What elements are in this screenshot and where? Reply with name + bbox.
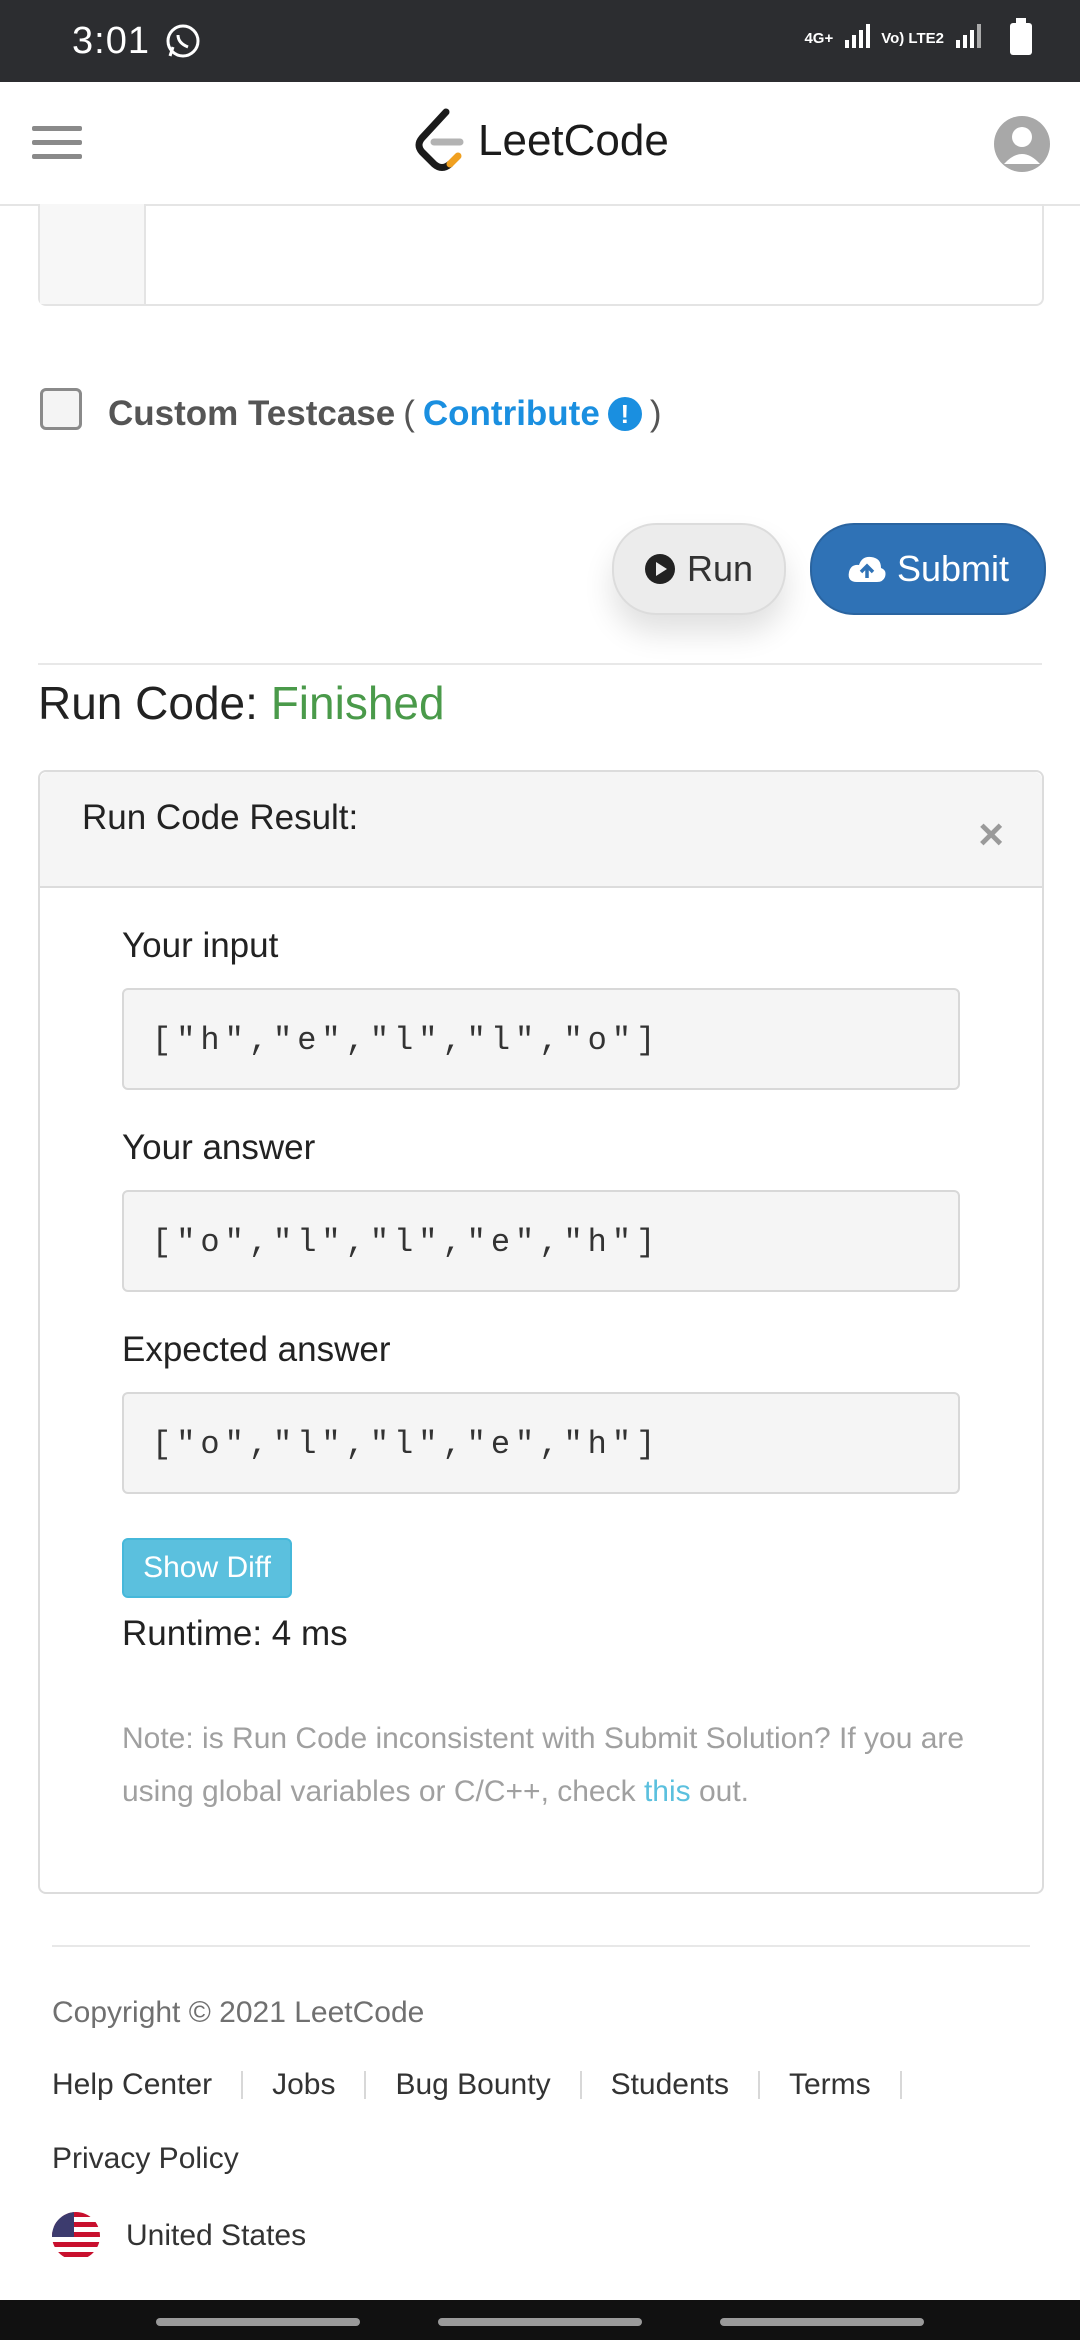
run-code-finished: Finished	[270, 677, 445, 729]
your-input-box: ["h","e","l","l","o"]	[122, 988, 960, 1090]
note-after: out.	[690, 1775, 750, 1808]
show-diff-button[interactable]: Show Diff	[122, 1538, 292, 1598]
footer-divider	[52, 1945, 1030, 1947]
divider	[38, 663, 1042, 665]
custom-testcase-row: Custom Testcase ( Contribute ! )	[40, 388, 669, 434]
close-paren: )	[649, 394, 662, 433]
leetcode-logo-icon	[415, 108, 464, 171]
link-separator	[579, 2071, 582, 2099]
copyright-text: Copyright © 2021 LeetCode	[52, 1996, 425, 2029]
link-separator	[364, 2071, 367, 2099]
note-this-link[interactable]: this	[644, 1775, 691, 1808]
run-code-result-panel: Run Code Result: × Your input ["h","e","…	[38, 770, 1044, 1894]
footer-link-help-center[interactable]: Help Center	[52, 2068, 212, 2102]
custom-testcase-checkbox[interactable]	[40, 388, 82, 430]
note-before: Note: is Run Code inconsistent with Subm…	[122, 1722, 965, 1808]
link-separator	[241, 2071, 244, 2099]
submit-button[interactable]: Submit	[810, 523, 1046, 615]
panel-title: Run Code Result:	[82, 798, 359, 837]
menu-icon[interactable]	[32, 126, 82, 168]
your-answer-box: ["o","l","l","e","h"]	[122, 1190, 960, 1292]
nav-back-button[interactable]	[720, 2318, 924, 2326]
code-editor[interactable]	[38, 204, 1044, 306]
user-avatar-icon[interactable]	[994, 116, 1050, 172]
play-icon	[644, 554, 675, 584]
run-button[interactable]: Run	[612, 523, 786, 615]
run-label: Run	[686, 548, 754, 589]
your-answer-label: Your answer	[122, 1128, 316, 1167]
network-type: 4G+	[804, 29, 834, 47]
footer-links: Help Center Jobs Bug Bounty Students Ter…	[52, 2068, 931, 2102]
status-bar: 3:01 4G+ Vo) LTE2	[0, 0, 1080, 82]
footer-link-students[interactable]: Students	[611, 2068, 729, 2102]
footer-link-terms[interactable]: Terms	[789, 2068, 871, 2102]
link-separator	[758, 2071, 760, 2099]
signal-icon-2	[954, 22, 982, 55]
status-indicators: 4G+ Vo) LTE2	[804, 17, 1032, 55]
us-flag-icon	[52, 2212, 100, 2260]
signal-icon	[843, 22, 871, 55]
panel-header: Run Code Result: ×	[40, 772, 1042, 888]
country-selector[interactable]: United States	[52, 2212, 306, 2260]
expected-answer-box: ["o","l","l","e","h"]	[122, 1392, 960, 1494]
whatsapp-icon	[164, 22, 202, 65]
link-separator	[899, 2071, 902, 2099]
your-input-label: Your input	[122, 926, 279, 965]
editor-gutter	[40, 204, 146, 304]
nav-home-button[interactable]	[438, 2318, 642, 2326]
footer-link-jobs[interactable]: Jobs	[272, 2068, 335, 2102]
contribute-link[interactable]: Contribute	[423, 394, 600, 434]
note-text: Note: is Run Code inconsistent with Subm…	[122, 1712, 982, 1818]
custom-testcase-label: Custom Testcase	[108, 394, 396, 433]
expected-answer-label: Expected answer	[122, 1330, 391, 1369]
run-code-status: Run Code: Finished	[38, 676, 445, 730]
system-nav-bar	[0, 2300, 1080, 2340]
submit-label: Submit	[896, 548, 1010, 589]
cloud-upload-icon	[848, 556, 886, 582]
status-time: 3:01	[72, 20, 150, 62]
run-code-label: Run Code:	[38, 677, 258, 729]
battery-icon	[1010, 17, 1032, 55]
open-paren: (	[403, 394, 415, 433]
top-header: LeetCode	[0, 82, 1080, 206]
footer-link-privacy-policy[interactable]: Privacy Policy	[52, 2142, 239, 2176]
runtime-text: Runtime: 4 ms	[122, 1614, 348, 1653]
logo-text: LeetCode	[478, 116, 669, 165]
footer-link-bug-bounty[interactable]: Bug Bounty	[395, 2068, 550, 2102]
nav-recents-button[interactable]	[156, 2318, 360, 2326]
volte-label: Vo) LTE2	[881, 29, 944, 47]
info-icon[interactable]: !	[607, 397, 642, 431]
close-icon[interactable]: ×	[978, 810, 1004, 860]
country-label: United States	[126, 2219, 307, 2252]
leetcode-logo[interactable]: LeetCode	[412, 108, 669, 174]
